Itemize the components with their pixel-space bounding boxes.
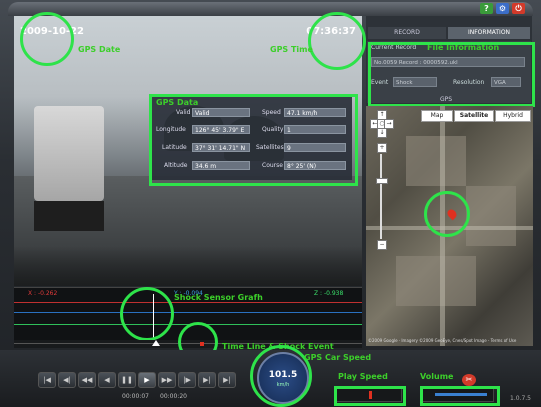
shock-graph-callout: Shock Sensor Grafh	[174, 293, 263, 302]
satellite-button[interactable]: Satellite	[454, 110, 494, 122]
video-dashboard	[14, 246, 362, 286]
zoom-slider-handle[interactable]	[376, 178, 388, 184]
power-icon[interactable]: ⏻	[512, 3, 525, 14]
gps-section-label: GPS	[440, 96, 453, 103]
current-time: 00:00:07	[122, 393, 149, 400]
zoom-slider-track[interactable]	[380, 154, 382, 239]
title-bar	[8, 2, 533, 16]
previous-file-icon[interactable]: ◀|	[58, 372, 76, 388]
pause-icon[interactable]: ❚❚	[118, 372, 136, 388]
gps-data-highlight	[149, 94, 358, 186]
zoom-out-icon[interactable]: −	[377, 240, 387, 250]
tab-information[interactable]: INFORMATION	[448, 27, 530, 39]
timeline-position-marker[interactable]	[152, 340, 160, 346]
gps-time-callout: GPS Time	[270, 45, 313, 54]
tab-record[interactable]: RECORD	[368, 27, 446, 39]
location-highlight	[424, 191, 470, 237]
shock-graph-highlight	[120, 287, 174, 341]
volume-highlight	[420, 386, 500, 406]
x-axis-line	[14, 302, 362, 303]
hybrid-button[interactable]: Hybrid	[495, 110, 531, 122]
volume-label: Volume	[420, 372, 454, 381]
play-icon[interactable]: ▶	[138, 372, 156, 388]
z-axis-value: Z : -0.938	[314, 290, 344, 297]
next-file-icon[interactable]: |▶	[178, 372, 196, 388]
pan-down-icon[interactable]: ↓	[377, 128, 387, 138]
step-back-icon[interactable]: ◀	[98, 372, 116, 388]
last-file-icon[interactable]: ▶|	[218, 372, 236, 388]
map-copyright: ©2009 Google · Imagery ©2009 GeoEye, Cne…	[368, 338, 517, 343]
map-block	[396, 256, 476, 306]
video-truck-base	[34, 201, 104, 231]
map-block	[406, 136, 466, 186]
gps-time-highlight	[308, 12, 366, 70]
x-axis-value: X : -0.262	[28, 290, 58, 297]
help-icon[interactable]: ?	[480, 3, 493, 14]
car-speed-callout: GPS Car Speed	[304, 353, 372, 362]
capture-icon[interactable]: ✂	[462, 374, 476, 386]
zoom-in-icon[interactable]: +	[377, 143, 387, 153]
fast-forward-icon[interactable]: ▶▶	[158, 372, 176, 388]
car-speed-highlight	[250, 345, 312, 407]
gps-date-highlight	[20, 12, 74, 66]
step-forward-icon[interactable]: ▶|	[198, 372, 216, 388]
map-button[interactable]: Map	[421, 110, 453, 122]
rewind-icon[interactable]: ◀◀	[78, 372, 96, 388]
version-label: 1.0.7.5	[510, 395, 531, 402]
y-axis-line	[14, 312, 362, 313]
settings-icon[interactable]: ⚙	[496, 3, 509, 14]
play-speed-highlight	[334, 386, 406, 406]
total-time: 00:00:20	[160, 393, 187, 400]
map-block	[466, 186, 516, 246]
play-speed-label: Play Speed	[338, 372, 388, 381]
first-file-icon[interactable]: |◀	[38, 372, 56, 388]
gps-date-callout: GPS Date	[78, 45, 121, 54]
video-truck	[34, 106, 104, 201]
